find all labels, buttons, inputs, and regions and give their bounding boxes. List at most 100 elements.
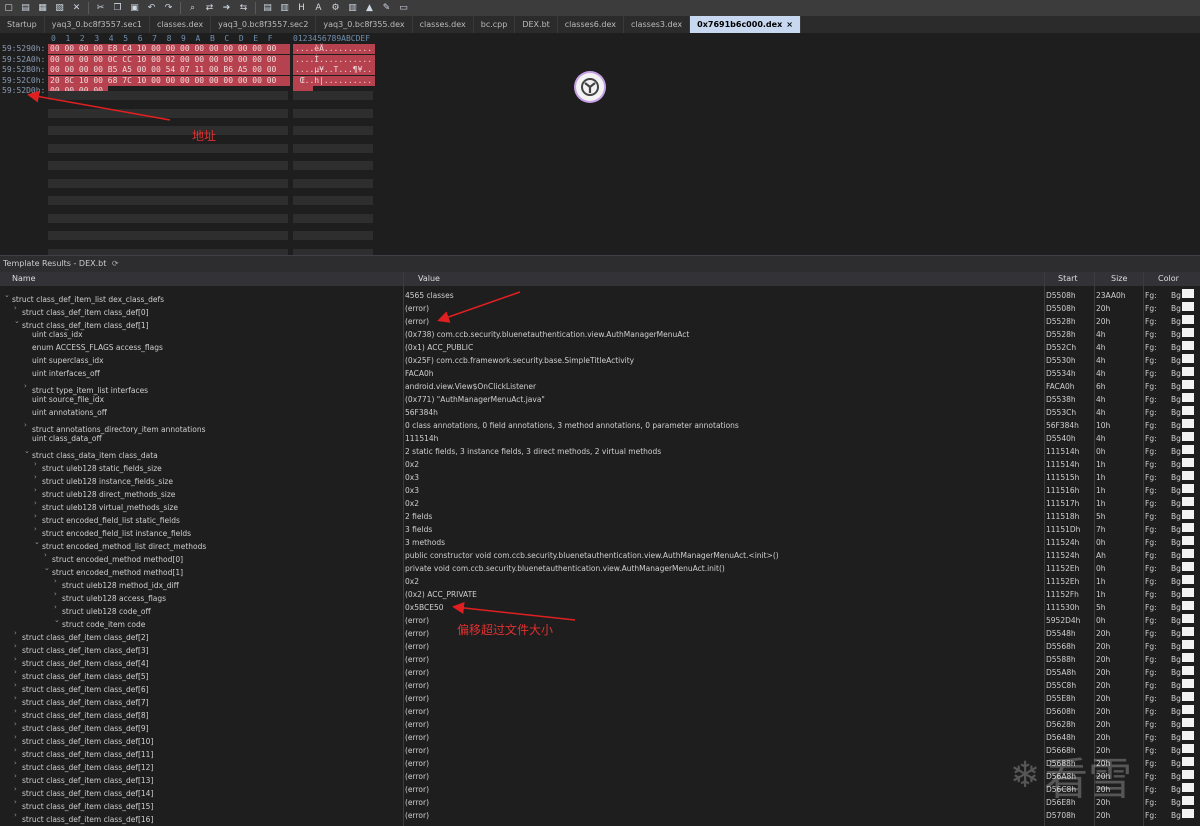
expand-toggle-icon[interactable]: › (14, 627, 22, 640)
refresh-icon[interactable]: ⟳ (112, 259, 119, 268)
template-row[interactable]: › struct class_def_item class_def[0] (erro… (0, 302, 1200, 317)
template-icon[interactable]: ▥ (278, 2, 291, 14)
color-swatch[interactable] (1182, 679, 1194, 688)
template-row[interactable]: uint class_idx (0x738) com.ccb.security.b… (0, 328, 1200, 341)
ascii-icon[interactable]: A (312, 2, 325, 14)
tab-5[interactable]: classes.dex (413, 16, 474, 33)
template-row[interactable]: ⌄ struct encoded_method_list direct_metho… (0, 536, 1200, 551)
color-swatch[interactable] (1182, 640, 1194, 649)
color-swatch[interactable] (1182, 419, 1194, 428)
expand-toggle-icon[interactable]: › (34, 458, 42, 471)
color-swatch[interactable] (1182, 575, 1194, 584)
tab-10[interactable]: 0x7691b6c000.dex × (690, 16, 801, 33)
template-row[interactable]: uint interfaces_off FACA0h D5534h 4h Fg: Bg: (0, 367, 1200, 380)
expand-toggle-icon[interactable]: › (54, 588, 62, 601)
color-swatch[interactable] (1182, 354, 1194, 363)
color-swatch[interactable] (1182, 367, 1194, 376)
template-row[interactable]: › struct uleb128 code_off 0x5BCE50 111530h 5… (0, 601, 1200, 616)
expand-toggle-icon[interactable]: › (14, 640, 22, 653)
color-swatch[interactable] (1182, 692, 1194, 701)
new-file-icon[interactable]: ▢ (2, 2, 15, 14)
template-row[interactable]: › struct class_def_item class_def[4] (erro… (0, 653, 1200, 668)
template-row[interactable]: › struct class_def_item class_def[3] (erro… (0, 640, 1200, 655)
color-swatch[interactable] (1182, 484, 1194, 493)
column-size[interactable]: Size (1111, 272, 1127, 286)
chart-icon[interactable]: ▲ (363, 2, 376, 14)
save-all-icon[interactable]: ▧ (53, 2, 66, 14)
tab-9[interactable]: classes3.dex (624, 16, 691, 33)
template-row[interactable]: ⌄ struct encoded_method method[1] private … (0, 562, 1200, 577)
expand-toggle-icon[interactable]: › (14, 692, 22, 705)
expand-toggle-icon[interactable]: › (24, 419, 32, 432)
column-color[interactable]: Color (1158, 272, 1179, 286)
column-name[interactable]: Name (12, 272, 36, 286)
save-icon[interactable]: ▦ (36, 2, 49, 14)
expand-toggle-icon[interactable]: › (14, 744, 22, 757)
color-swatch[interactable] (1182, 289, 1194, 298)
settings-icon[interactable]: ⚙ (329, 2, 342, 14)
color-swatch[interactable] (1182, 536, 1194, 545)
tab-7[interactable]: DEX.bt (515, 16, 558, 33)
expand-toggle-icon[interactable]: › (14, 796, 22, 809)
undo-icon[interactable]: ↶ (145, 2, 158, 14)
color-swatch[interactable] (1182, 588, 1194, 597)
template-row[interactable]: › struct class_def_item class_def[6] (erro… (0, 679, 1200, 694)
expand-toggle-icon[interactable]: › (14, 809, 22, 822)
expand-toggle-icon[interactable]: › (34, 497, 42, 510)
redo-icon[interactable]: ↷ (162, 2, 175, 14)
expand-toggle-icon[interactable]: ⌄ (14, 315, 22, 328)
template-row[interactable]: › struct type_item_list interfaces android… (0, 380, 1200, 395)
column-value[interactable]: Value (418, 272, 440, 286)
template-row[interactable]: › struct uleb128 direct_methods_size 0x3 11… (0, 484, 1200, 499)
ascii-bytes[interactable]: ....Ì........... (293, 54, 375, 65)
expand-toggle-icon[interactable]: › (34, 523, 42, 536)
paste-icon[interactable]: ▣ (128, 2, 141, 14)
template-row[interactable]: › struct annotations_directory_item annot… (0, 419, 1200, 434)
template-row[interactable]: › struct class_def_item class_def[7] (erro… (0, 692, 1200, 707)
color-swatch[interactable] (1182, 445, 1194, 454)
expand-toggle-icon[interactable]: ⌄ (4, 289, 12, 302)
ascii-bytes[interactable]: ....µ¥..T...¶¥.. (293, 65, 375, 75)
template-row[interactable]: › struct class_def_item class_def[9] (erro… (0, 718, 1200, 733)
expand-toggle-icon[interactable]: › (24, 380, 32, 393)
script-icon[interactable]: ▤ (261, 2, 274, 14)
expand-toggle-icon[interactable]: › (14, 783, 22, 796)
expand-toggle-icon[interactable]: › (54, 575, 62, 588)
hex-bytes[interactable]: 20 8C 10 00 68 7C 10 00 00 00 00 00 00 0… (48, 75, 290, 86)
template-row[interactable]: › struct class_def_item class_def[8] (erro… (0, 705, 1200, 720)
expand-toggle-icon[interactable]: › (14, 705, 22, 718)
expand-toggle-icon[interactable]: › (34, 510, 42, 523)
expand-toggle-icon[interactable]: › (14, 757, 22, 770)
color-swatch[interactable] (1182, 601, 1194, 610)
color-swatch[interactable] (1182, 523, 1194, 532)
expand-toggle-icon[interactable]: › (34, 471, 42, 484)
color-swatch[interactable] (1182, 302, 1194, 311)
template-row[interactable]: › struct uleb128 access_flags (0x2) ACC_PR… (0, 588, 1200, 603)
open-icon[interactable]: ▤ (19, 2, 32, 14)
color-swatch[interactable] (1182, 432, 1194, 441)
template-row[interactable]: › struct class_def_item class_def[5] (erro… (0, 666, 1200, 681)
color-swatch[interactable] (1182, 562, 1194, 571)
tools-icon[interactable]: ✎ (380, 2, 393, 14)
color-swatch[interactable] (1182, 458, 1194, 467)
template-row[interactable]: uint source_file_idx (0x771) "AuthManager… (0, 393, 1200, 406)
expand-toggle-icon[interactable]: › (14, 679, 22, 692)
ascii-bytes[interactable]: ....èÄ.......... (293, 44, 375, 54)
color-swatch[interactable] (1182, 341, 1194, 350)
template-row[interactable]: › struct encoded_field_list instance_fiel… (0, 523, 1200, 538)
template-row[interactable]: ⌄ struct class_data_item class_data 2 stat… (0, 445, 1200, 460)
expand-toggle-icon[interactable]: › (54, 601, 62, 614)
color-swatch[interactable] (1182, 666, 1194, 675)
close-icon[interactable]: ✕ (70, 2, 83, 14)
tab-4[interactable]: yaq3_0.bc8f355.dex (316, 16, 413, 33)
color-swatch[interactable] (1182, 406, 1194, 415)
template-row[interactable]: › struct uleb128 method_idx_diff 0x2 11152E… (0, 575, 1200, 590)
expand-toggle-icon[interactable]: › (14, 302, 22, 315)
hex-bytes[interactable]: 00 00 00 00 0C CC 10 00 02 00 00 00 00 0… (48, 54, 290, 65)
tab-0[interactable]: Startup (0, 16, 45, 33)
expand-toggle-icon[interactable]: › (14, 666, 22, 679)
color-swatch[interactable] (1182, 627, 1194, 636)
expand-toggle-icon[interactable]: › (14, 731, 22, 744)
hex-icon[interactable]: H (295, 2, 308, 14)
hex-bytes[interactable]: 00 00 00 00 E8 C4 10 00 00 00 00 00 00 0… (48, 44, 290, 54)
